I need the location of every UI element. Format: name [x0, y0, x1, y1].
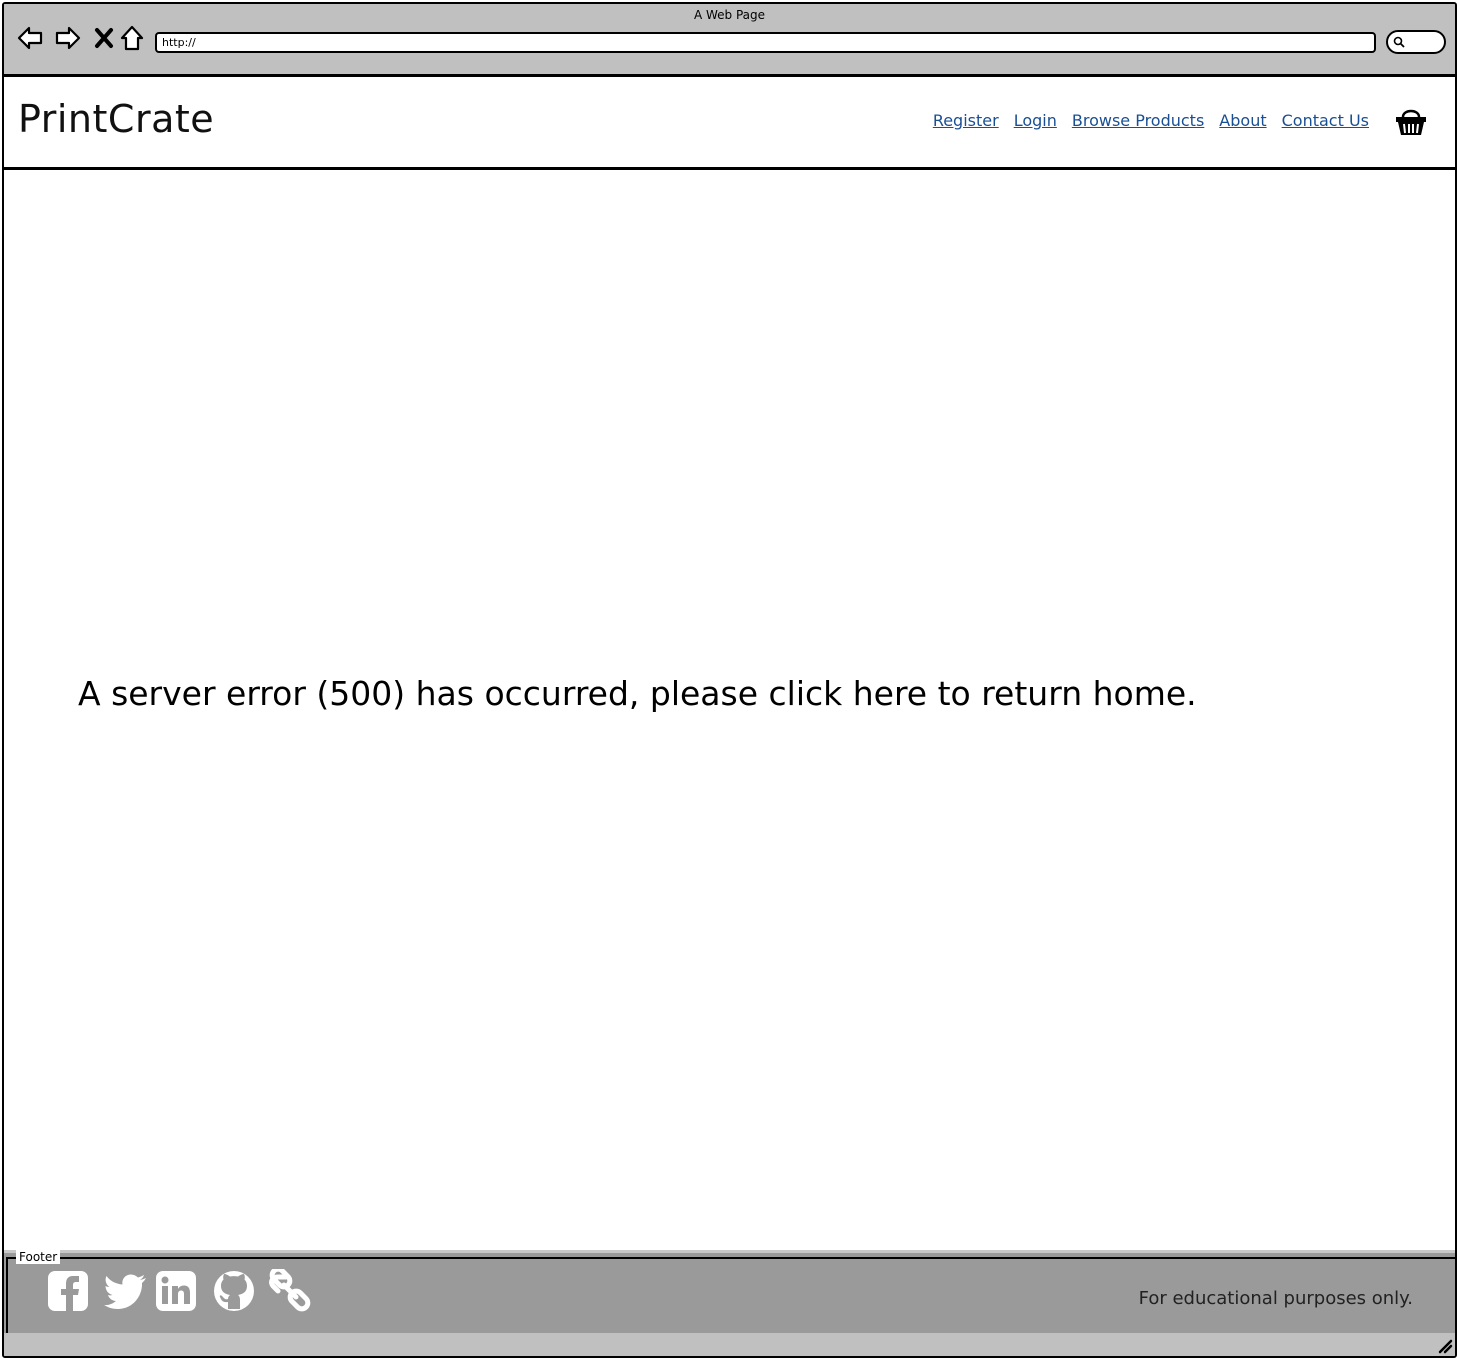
forward-arrow-icon[interactable]: [54, 24, 82, 52]
twitter-icon[interactable]: [104, 1269, 148, 1313]
main-content: A server error (500) has occurred, pleas…: [4, 170, 1455, 1250]
close-x-icon[interactable]: [90, 24, 118, 52]
nav-register-link[interactable]: Register: [933, 111, 999, 130]
back-arrow-icon[interactable]: [16, 24, 44, 52]
browser-window: A Web Page http:// PrintCrate Register L…: [2, 2, 1457, 1358]
link-icon[interactable]: [268, 1269, 312, 1313]
nav-login-link[interactable]: Login: [1014, 111, 1057, 130]
home-icon[interactable]: [118, 24, 146, 52]
search-icon: [1393, 36, 1405, 48]
github-icon[interactable]: [212, 1269, 256, 1313]
nav-contact-link[interactable]: Contact Us: [1282, 111, 1369, 130]
site-header: PrintCrate Register Login Browse Product…: [4, 77, 1455, 170]
site-footer: Footer For educational purposes only.: [4, 1250, 1455, 1336]
footer-disclaimer: For educational purposes only.: [1138, 1288, 1413, 1309]
url-input[interactable]: http://: [155, 32, 1376, 53]
resize-grip-icon[interactable]: [1437, 1338, 1453, 1354]
window-title: A Web Page: [693, 8, 766, 22]
shopping-basket-icon[interactable]: [1394, 106, 1428, 138]
error-message-link[interactable]: A server error (500) has occurred, pleas…: [78, 674, 1197, 713]
main-nav: Register Login Browse Products About Con…: [933, 111, 1369, 130]
nav-about-link[interactable]: About: [1219, 111, 1266, 130]
facebook-icon[interactable]: [46, 1269, 90, 1313]
browser-toolbar: A Web Page http://: [4, 4, 1455, 77]
linkedin-icon[interactable]: [154, 1269, 198, 1313]
status-bar: [4, 1333, 1455, 1356]
nav-browse-products-link[interactable]: Browse Products: [1072, 111, 1204, 130]
browser-search-field[interactable]: [1386, 30, 1446, 54]
footer-legend: Footer: [16, 1250, 61, 1264]
site-logo[interactable]: PrintCrate: [18, 97, 214, 141]
